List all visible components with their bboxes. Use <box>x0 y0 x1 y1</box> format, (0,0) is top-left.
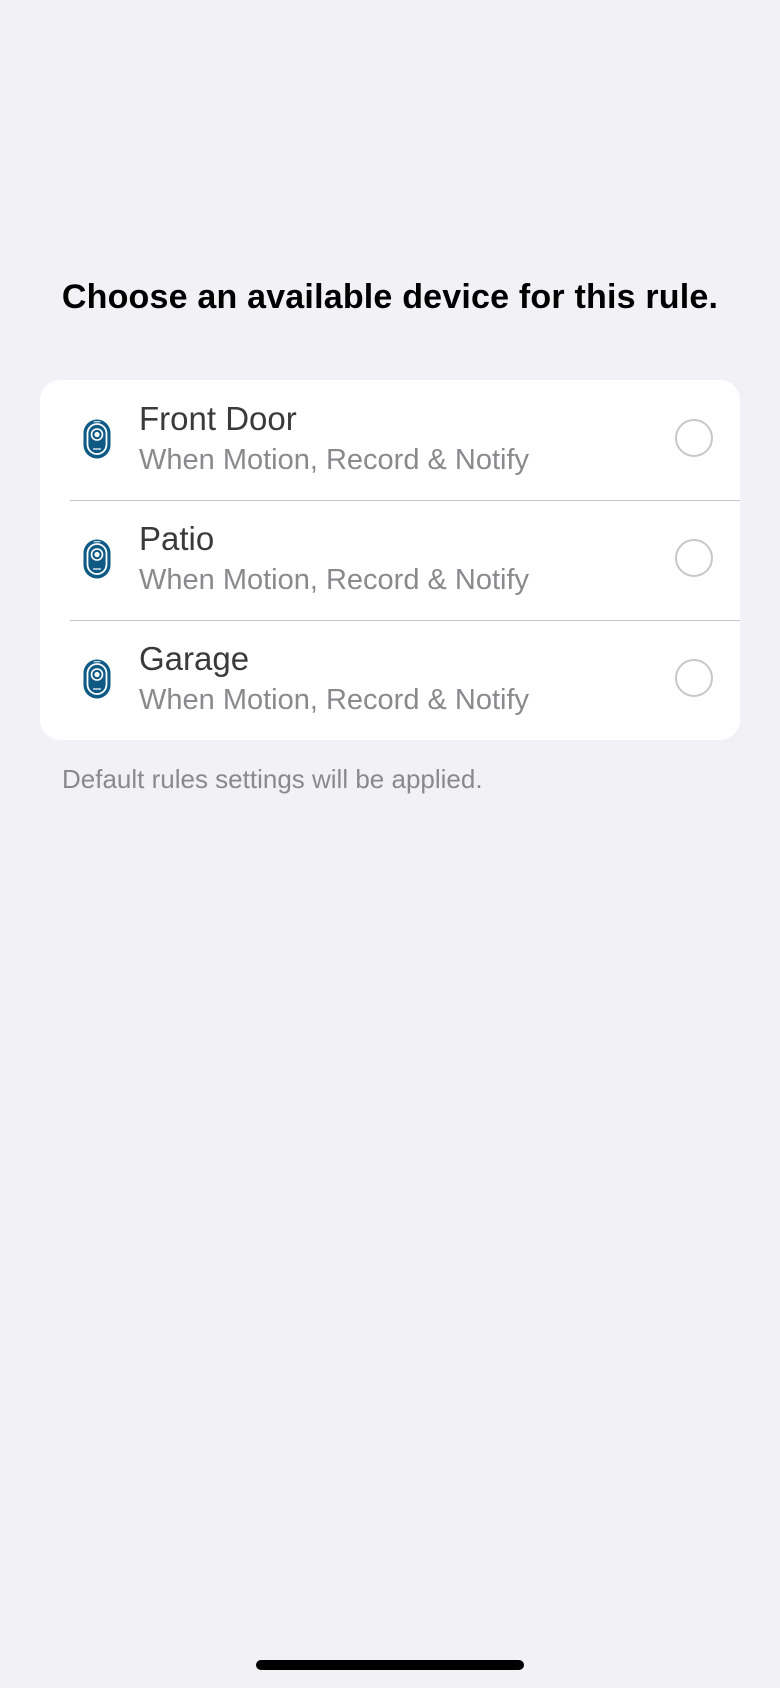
radio-button[interactable] <box>675 539 713 577</box>
radio-button[interactable] <box>675 659 713 697</box>
device-name: Garage <box>139 640 250 677</box>
page-title: Choose an available device for this rule… <box>61 278 719 316</box>
camera-icon <box>82 418 112 460</box>
device-name: Patio <box>139 520 215 557</box>
footnote: Default rules settings will be applied. <box>62 764 483 794</box>
camera-icon <box>82 658 112 700</box>
camera-icon <box>82 538 112 580</box>
device-list: Front Door When Motion, Record & Notify … <box>40 380 740 740</box>
device-row-garage[interactable]: Garage When Motion, Record & Notify <box>40 620 740 740</box>
device-row-front-door[interactable]: Front Door When Motion, Record & Notify <box>40 380 740 500</box>
radio-button[interactable] <box>675 419 713 457</box>
device-name: Front Door <box>139 400 297 437</box>
device-row-patio[interactable]: Patio When Motion, Record & Notify <box>40 500 740 620</box>
device-rule: When Motion, Record & Notify <box>139 684 530 716</box>
home-indicator[interactable] <box>256 1660 524 1670</box>
device-rule: When Motion, Record & Notify <box>139 444 530 476</box>
device-rule: When Motion, Record & Notify <box>139 564 530 596</box>
